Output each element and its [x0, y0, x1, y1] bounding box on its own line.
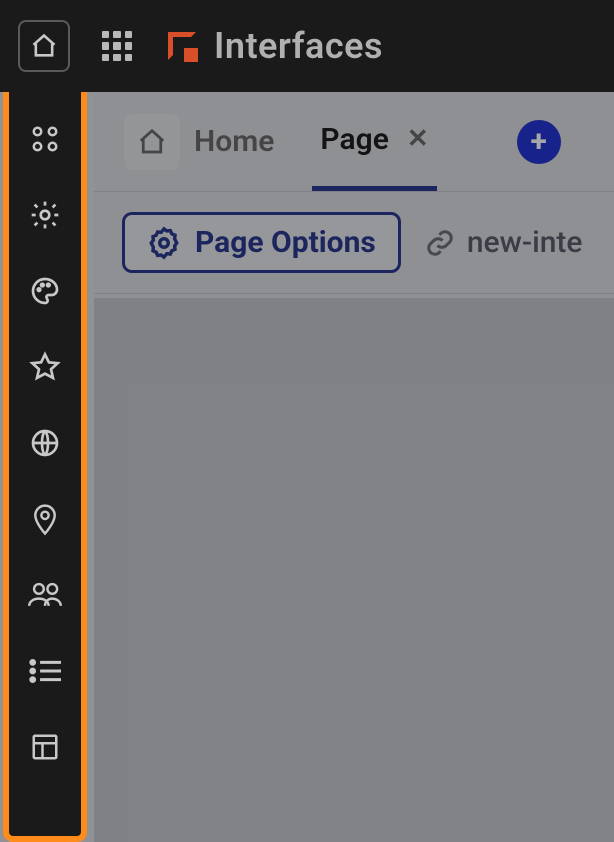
location-pin-icon: [30, 502, 60, 536]
page-options-button[interactable]: Page Options: [122, 212, 401, 273]
tab-home[interactable]: Home: [116, 92, 282, 191]
left-sidebar: [3, 92, 87, 842]
home-button[interactable]: [18, 20, 70, 72]
tab-page-label: Page: [320, 122, 388, 157]
star-icon: [29, 351, 61, 383]
app-title: Interfaces: [214, 25, 383, 67]
layout-icon: [30, 732, 60, 762]
page-url-link[interactable]: new-inte: [425, 225, 583, 260]
sidebar-item-settings[interactable]: [28, 198, 62, 232]
link-icon: [425, 228, 455, 258]
page-canvas[interactable]: [94, 298, 614, 842]
page-options-label: Page Options: [195, 225, 376, 260]
home-icon: [30, 32, 58, 60]
list-icon: [29, 658, 61, 684]
settings-gear-icon: [29, 199, 61, 231]
brand-logo-icon: [168, 32, 196, 60]
sidebar-item-users[interactable]: [28, 578, 62, 612]
sidebar-item-location[interactable]: [28, 502, 62, 536]
tab-bar: Home Page ✕ +: [94, 92, 614, 192]
app-header: Interfaces: [0, 0, 614, 92]
sidebar-item-globe[interactable]: [28, 426, 62, 460]
content-area: Home Page ✕ + Page Options new-inte: [94, 92, 614, 842]
sidebar-item-theme[interactable]: [28, 274, 62, 308]
app-switcher-button[interactable]: [102, 31, 132, 61]
globe-icon: [29, 427, 61, 459]
page-toolbar: Page Options new-inte: [94, 192, 614, 294]
tab-home-label: Home: [194, 124, 274, 159]
home-icon: [137, 127, 167, 157]
sidebar-item-layout[interactable]: [28, 730, 62, 764]
add-tab-button[interactable]: +: [517, 120, 561, 164]
palette-icon: [29, 275, 61, 307]
sidebar-item-apps[interactable]: [28, 122, 62, 156]
sidebar-item-favorites[interactable]: [28, 350, 62, 384]
tab-close-button[interactable]: ✕: [407, 124, 429, 154]
settings-badge-icon: [147, 226, 181, 260]
plus-icon: +: [530, 124, 546, 159]
users-icon: [28, 581, 62, 609]
tab-page[interactable]: Page ✕: [312, 92, 436, 191]
apps-icon: [30, 124, 60, 154]
sidebar-item-list[interactable]: [28, 654, 62, 688]
page-url-text: new-inte: [467, 225, 583, 260]
tab-home-icon-box: [124, 114, 180, 170]
